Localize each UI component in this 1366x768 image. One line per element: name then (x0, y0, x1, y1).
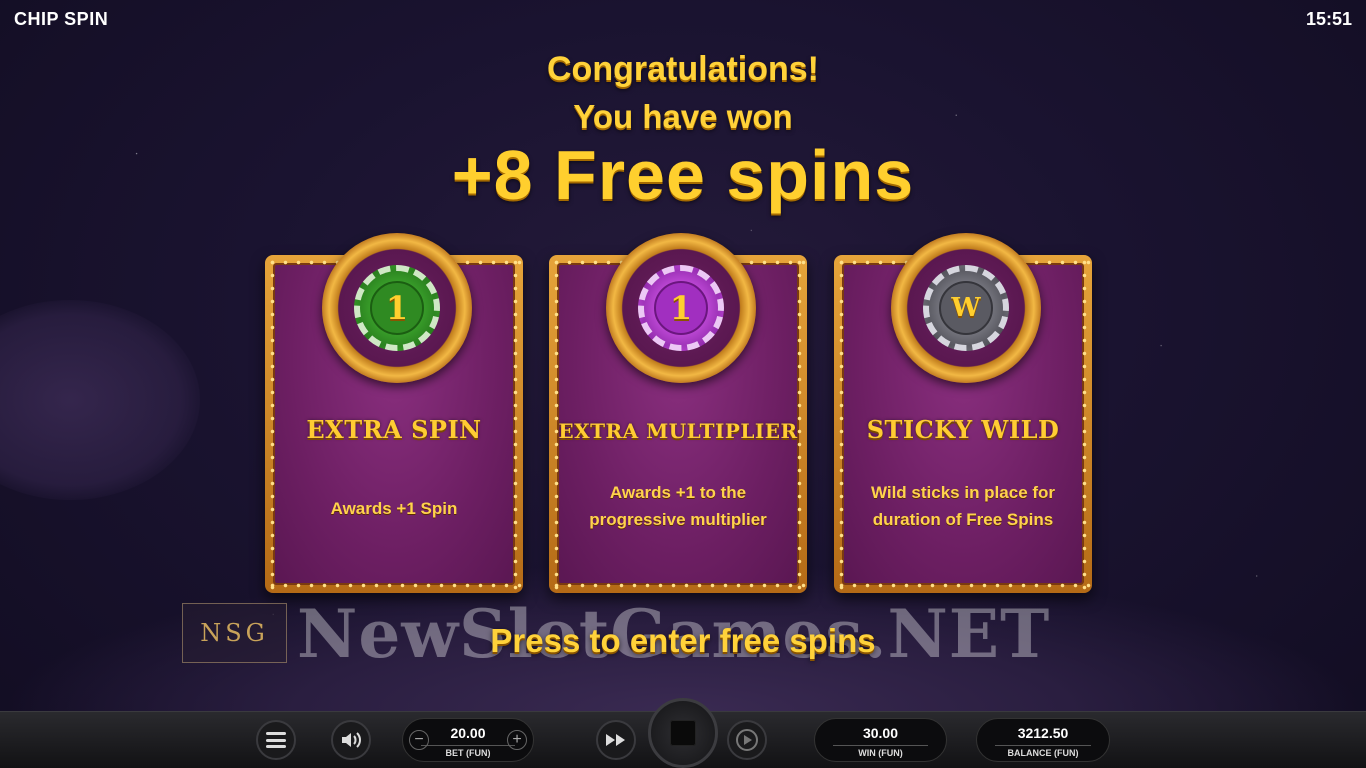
bet-decrease-button[interactable]: − (409, 730, 429, 750)
grey-wild-chip-icon: W (923, 265, 1009, 351)
balance-display: 3212.50 BALANCE (FUN) (976, 718, 1110, 762)
bet-label: BET (FUN) (421, 745, 515, 758)
fast-forward-icon (606, 734, 625, 746)
autoplay-icon (736, 729, 758, 751)
balance-label: BALANCE (FUN) (995, 745, 1091, 758)
chip-symbol: 1 (654, 281, 708, 335)
card-description: Wild sticks in place for duration of Fre… (870, 483, 1056, 529)
card-description: Awards +1 to the progressive multiplier (589, 483, 767, 529)
win-value: 30.00 (862, 725, 899, 741)
chip-symbol: 1 (370, 281, 424, 335)
card-title: EXTRA MULTIPLIER (558, 419, 798, 443)
green-chip-icon: 1 (354, 265, 440, 351)
enter-free-spins-button[interactable]: Press to enter free spins (0, 622, 1366, 660)
menu-button[interactable] (256, 720, 296, 760)
clock: 15:51 (1305, 9, 1352, 29)
background-cloud (0, 300, 200, 500)
card-title: EXTRA SPIN (306, 415, 482, 444)
stop-spin-button[interactable] (648, 698, 718, 768)
medal-frame: 1 (606, 233, 756, 383)
chip-symbol: W (939, 281, 993, 335)
autoplay-button[interactable] (727, 720, 767, 760)
menu-icon (266, 732, 286, 748)
sound-icon (342, 732, 361, 748)
app-title: CHIP SPIN (14, 9, 109, 29)
bet-increase-button[interactable]: + (507, 730, 527, 750)
sound-button[interactable] (331, 720, 371, 760)
purple-chip-icon: 1 (638, 265, 724, 351)
balance-value: 3212.50 (1017, 725, 1069, 741)
bet-display: − 20.00 BET (FUN) + (402, 718, 534, 762)
you-have-won-text: You have won (573, 98, 793, 135)
card-title: STICKY WILD (866, 415, 1060, 444)
turbo-button[interactable] (596, 720, 636, 760)
medal-frame: 1 (322, 233, 472, 383)
win-label: WIN (FUN) (833, 745, 928, 758)
congrats-heading: Congratulations! (547, 50, 819, 88)
bottom-control-bar: − 20.00 BET (FUN) + 30.00 WIN (FUN) 3212… (0, 698, 1366, 768)
stop-icon (670, 720, 696, 746)
win-display: 30.00 WIN (FUN) (814, 718, 947, 762)
medal-frame: W (891, 233, 1041, 383)
card-description: Awards +1 Spin (330, 499, 458, 518)
free-spins-amount: +8 Free spins (451, 136, 915, 214)
